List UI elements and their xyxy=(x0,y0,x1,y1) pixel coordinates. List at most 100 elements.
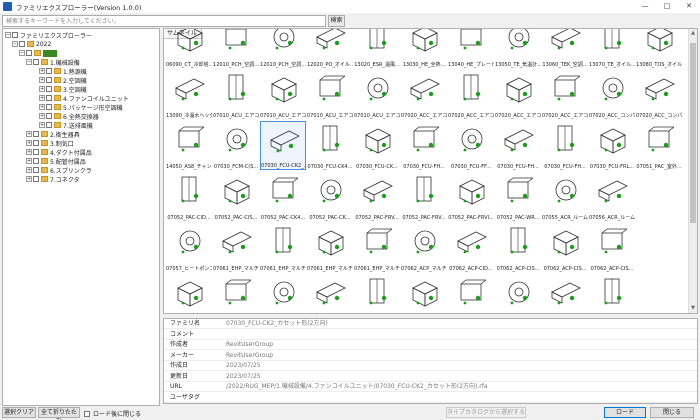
family-thumbnail[interactable]: 12020_PO_オイル... xyxy=(307,29,353,68)
close-button[interactable]: 閉じる xyxy=(650,407,694,418)
family-thumbnail[interactable]: 13080_TOS_オイル... xyxy=(636,29,682,68)
tree-node-top[interactable]: +5.配管付属品 xyxy=(26,157,86,166)
property-value[interactable]: RevitUserGroup xyxy=(226,351,273,361)
family-thumbnail[interactable]: 07020_ACC_コンパ... xyxy=(636,70,682,119)
family-thumbnail[interactable]: 07030_FCU-FH... xyxy=(542,121,588,170)
tree-node-item[interactable]: +3.空調機 xyxy=(39,85,87,94)
tree-checkbox[interactable] xyxy=(12,32,18,38)
tree-checkbox[interactable] xyxy=(33,167,39,173)
family-thumbnail[interactable]: 07010_ACU_エアコ... xyxy=(354,70,400,119)
tree-checkbox[interactable] xyxy=(46,95,52,101)
family-thumbnail[interactable]: 07020_ACC_コンパ... xyxy=(589,70,635,119)
tree-checkbox[interactable] xyxy=(26,50,32,56)
family-thumbnail[interactable]: 07062_ACP-CIS... xyxy=(495,223,541,272)
family-thumbnail[interactable]: 13060_TEK_空調... xyxy=(542,29,588,68)
close-on-load-checkbox[interactable] xyxy=(84,410,90,417)
family-thumbnail[interactable]: 07061_EHP_マルチ... xyxy=(307,223,353,272)
family-thumbnail[interactable]: 07062_ACP-FRV... xyxy=(307,274,353,313)
family-thumbnail[interactable]: 07062_ACP-CK2... xyxy=(166,274,212,313)
family-thumbnail[interactable]: 07062_ACP-FRV... xyxy=(401,274,447,313)
family-thumbnail[interactable]: 07055_ACR_ルーム... xyxy=(542,172,588,221)
family-thumbnail[interactable]: 07061_EHP_マルチ... xyxy=(354,223,400,272)
tree-node-top[interactable]: +7.コネクタ xyxy=(26,175,80,184)
family-thumbnail[interactable]: 13030_HE_全熱... xyxy=(401,29,447,68)
vertical-scrollbar[interactable]: ▲ ▼ xyxy=(688,29,697,313)
expand-icon[interactable]: + xyxy=(26,149,32,155)
tree-node-item[interactable]: +7.送排風機 xyxy=(39,121,93,130)
tree-node-item[interactable]: +1.熱源機 xyxy=(39,67,87,76)
tree-node-root[interactable]: − ファミリエクスプローラー xyxy=(5,31,92,40)
expand-icon[interactable]: + xyxy=(39,104,45,110)
close-on-load-option[interactable]: ロード後に閉じる xyxy=(84,409,141,418)
expand-icon[interactable]: + xyxy=(26,131,32,137)
family-thumbnail[interactable]: 07052_PAC-CIS... xyxy=(213,172,259,221)
family-thumbnail[interactable]: 07030_FCU-CK... xyxy=(354,121,400,170)
expand-icon[interactable]: + xyxy=(39,68,45,74)
tree-node-year[interactable]: − 2022 xyxy=(12,40,51,48)
tree-checkbox[interactable] xyxy=(33,176,39,182)
expand-icon[interactable]: + xyxy=(39,77,45,83)
tree-checkbox[interactable] xyxy=(46,113,52,119)
family-thumbnail[interactable]: 13050_TE_気温計... xyxy=(495,29,541,68)
family-thumbnail[interactable]: 07051_PAC_室外... xyxy=(636,121,682,170)
search-input[interactable] xyxy=(2,15,326,27)
tree-node-selected[interactable]: − xyxy=(19,49,57,57)
family-thumbnail[interactable]: 07030_FCU-FH... xyxy=(495,121,541,170)
family-thumbnail[interactable]: 07010_ACU_エアコ... xyxy=(260,70,306,119)
clear-selection-button[interactable]: 選択クリア xyxy=(2,407,36,418)
property-value[interactable]: 2023/07/25 xyxy=(226,372,261,382)
collapse-icon[interactable]: − xyxy=(5,32,11,38)
family-thumbnail[interactable]: 07062_ACP-CR(... xyxy=(260,274,306,313)
tree-node-item[interactable]: +5.パッケージ形空調機 xyxy=(39,103,123,112)
tree-checkbox[interactable] xyxy=(33,59,39,65)
family-thumbnail[interactable]: 07030_FCM-C(S... xyxy=(213,121,259,170)
family-thumbnail[interactable]: 07052_PAC-CK4... xyxy=(260,172,306,221)
property-value[interactable]: /2022/RUG_MEP/1.機械設備/4.ファンコイルユニット/07030_… xyxy=(226,382,488,392)
tree-node-item[interactable]: +4.ファンコイルユニット xyxy=(39,94,129,103)
tree-checkbox[interactable] xyxy=(33,158,39,164)
collapse-icon[interactable]: − xyxy=(19,50,25,56)
family-thumbnail[interactable]: 07057_ヒートポンプ... xyxy=(166,223,212,272)
search-button[interactable]: 検索 xyxy=(328,15,345,27)
family-thumbnail[interactable]: 07062_ACP-WR... xyxy=(542,274,588,313)
category-tree[interactable]: − ファミリエクスプローラー − 2022 − − 1.機械設備 +1.熱源機 … xyxy=(2,28,160,406)
expand-icon[interactable]: + xyxy=(26,176,32,182)
tree-node-top[interactable]: +2.衛生器具 xyxy=(26,130,80,139)
family-thumbnail[interactable]: 07010_ACU_エアコ... xyxy=(307,70,353,119)
family-thumbnail[interactable]: 12010_PCH_空調... xyxy=(260,29,306,68)
family-thumbnail[interactable]: 07052_PAC-WR... xyxy=(495,172,541,221)
family-thumbnail[interactable]: 07062_ACP-FRV... xyxy=(448,274,494,313)
expand-icon[interactable]: + xyxy=(39,122,45,128)
family-thumbnail[interactable]: 07062_ACP-CK4... xyxy=(213,274,259,313)
family-thumbnail[interactable]: 14050_AS8_チャンバ... xyxy=(166,121,212,170)
family-thumbnail[interactable]: 07062_ACP_マルチ... xyxy=(401,223,447,272)
expand-icon[interactable]: + xyxy=(39,86,45,92)
tree-node-item[interactable]: +6.全熱交換器 xyxy=(39,112,99,121)
close-window-button[interactable]: ✕ xyxy=(678,0,700,13)
scroll-down-arrow-icon[interactable]: ▼ xyxy=(689,304,697,313)
scroll-thumb[interactable] xyxy=(690,43,696,223)
expand-icon[interactable]: + xyxy=(39,113,45,119)
tree-node-item[interactable]: +2.空調機 xyxy=(39,76,87,85)
property-value[interactable]: 2023/07/25 xyxy=(226,361,261,371)
tree-checkbox[interactable] xyxy=(46,86,52,92)
collapse-icon[interactable]: − xyxy=(26,59,32,65)
tree-checkbox[interactable] xyxy=(46,68,52,74)
family-thumbnail[interactable]: 07020_ACC_エアコ... xyxy=(448,70,494,119)
family-thumbnail[interactable]: 07052_PAC-FRV... xyxy=(401,172,447,221)
scroll-up-arrow-icon[interactable]: ▲ xyxy=(689,29,697,38)
family-thumbnail[interactable]: 07061_EHP_マルチ... xyxy=(260,223,306,272)
tree-checkbox[interactable] xyxy=(46,104,52,110)
family-thumbnail[interactable]: 07052_PAC-FRVI... xyxy=(448,172,494,221)
expand-icon[interactable]: + xyxy=(26,167,32,173)
tree-node-group[interactable]: − 1.機械設備 xyxy=(26,58,80,67)
property-value[interactable]: RevitUserGroup xyxy=(226,340,273,350)
family-thumbnail[interactable]: 13090_冷温水ヘッダ... xyxy=(166,70,212,119)
family-thumbnail[interactable]: 07062_ACP-CIS... xyxy=(589,223,635,272)
family-thumbnail[interactable]: 07061_EHP_マルチ... xyxy=(213,223,259,272)
family-thumbnail[interactable]: 07062_ACP-FRV... xyxy=(354,274,400,313)
family-thumbnail[interactable]: 07030_FCU-FF... xyxy=(448,121,494,170)
collapse-icon[interactable]: − xyxy=(12,41,18,47)
family-thumbnail[interactable]: 07062_ACP-CID... xyxy=(448,223,494,272)
maximize-button[interactable]: □ xyxy=(656,0,678,13)
